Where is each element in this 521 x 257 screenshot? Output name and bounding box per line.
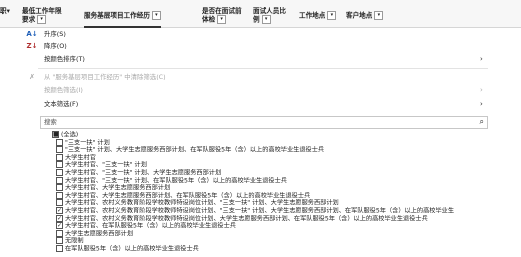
- filter-value-list[interactable]: ■ (全选) "三支一扶" 计划 "三支一扶" 计划、大学生志愿服务西部计划、在军队服…: [40, 130, 486, 257]
- filter-option-checkbox[interactable]: [56, 138, 63, 146]
- header-cell-interview-ratio[interactable]: 面试人员比例 ▾: [253, 8, 287, 24]
- filter-option-checkbox[interactable]: [56, 153, 63, 161]
- header-cell-min-work-years[interactable]: 最低工作年限要求 ▾: [22, 8, 62, 24]
- clear-filter-icon: ✗: [29, 73, 35, 81]
- filter-search-input[interactable]: 搜索 ⌕: [40, 116, 488, 129]
- filter-dropdown-icon[interactable]: ▾: [327, 11, 337, 20]
- filter-option-checkbox[interactable]: [56, 245, 63, 252]
- filter-option[interactable]: 大学生村官、"三支一扶" 计划、在军队服役5年（含）以上的高校毕业生退役士兵: [56, 176, 287, 185]
- filter-option[interactable]: 大学生村官、大学生志愿服务西部计划、在军队服役5年（含）以上的高校毕业生退役士兵: [56, 191, 311, 200]
- filter-option-checkbox[interactable]: [56, 146, 63, 154]
- filter-option-checkbox[interactable]: ✓: [56, 222, 63, 230]
- filter-option-label: 大学生村官、农村义务教育阶段学校教师特设岗位计划、大学生志愿服务西部计划、在军队…: [65, 215, 428, 223]
- filter-by-color-item: 按颜色筛选(I) ›: [44, 86, 483, 94]
- filter-option[interactable]: 无限制: [56, 237, 84, 245]
- filter-option[interactable]: 大学生村官、"三支一扶" 计划: [56, 161, 147, 169]
- header-cell-grassroots-experience[interactable]: 服务基层项目工作经历 ▾: [84, 11, 161, 28]
- filter-option-label: 大学生村官: [65, 154, 96, 162]
- search-icon: ⌕: [479, 117, 484, 126]
- filter-dropdown-icon[interactable]: ▾: [37, 15, 47, 24]
- text-filters-item[interactable]: 文本筛选(F) ›: [0, 99, 490, 110]
- filter-option-label: "三支一扶" 计划、大学生志愿服务西部计划、在军队服役5年（含）以上的高校毕业生…: [65, 146, 325, 154]
- autofilter-menu: A↓ 升序(S) Z↓ 降序(O) 按颜色排序(T) › ✗ 从 "服务基层项目…: [0, 27, 521, 257]
- filter-option[interactable]: 在军队服役5年（含）以上的高校毕业生退役士兵: [56, 245, 199, 253]
- filter-option-checkbox[interactable]: [56, 191, 63, 199]
- filter-option-checkbox[interactable]: [56, 161, 63, 169]
- filter-option[interactable]: "三支一扶" 计划、大学生志愿服务西部计划、在军队服役5年（含）以上的高校毕业生…: [56, 146, 325, 154]
- filter-option-label: (全选): [61, 131, 79, 139]
- filter-option[interactable]: 大学生志愿服务西部计划: [56, 229, 134, 238]
- filter-option-label: 大学生村官、大学生志愿服务西部计划、在军队服役5年（含）以上的高校毕业生退役士兵: [65, 192, 311, 200]
- submenu-arrow-icon: ›: [480, 100, 483, 108]
- filter-option-checkbox[interactable]: [56, 229, 63, 237]
- header-cell-work-location[interactable]: 工作地点 ▾: [299, 11, 337, 25]
- sort-ascending-item[interactable]: A↓ 升序(S): [0, 29, 490, 40]
- sort-ascending-icon: A↓: [26, 30, 38, 38]
- header-cell-pre-interview-exam[interactable]: 是否在面试前体检 ▾: [202, 8, 248, 24]
- filter-option-checkbox[interactable]: ✓: [56, 207, 63, 214]
- filter-option[interactable]: ■ (全选): [52, 131, 79, 139]
- filter-option[interactable]: "三支一扶" 计划: [56, 138, 110, 147]
- filter-option[interactable]: 大学生村官、农村义务教育阶段学校教师特设岗位计划、"三支一扶" 计划、大学生志愿…: [56, 199, 339, 207]
- sort-descending-item[interactable]: Z↓ 降序(O): [0, 41, 490, 52]
- filter-option[interactable]: 大学生村官: [56, 153, 96, 162]
- filter-option-checkbox[interactable]: [56, 237, 63, 245]
- filter-option-label: 大学生村官、农村义务教育阶段学校教师特设岗位计划、"三支一扶" 计划、大学生志愿…: [65, 207, 455, 215]
- filter-option-checkbox[interactable]: ✓: [56, 214, 63, 222]
- filter-option-checkbox[interactable]: ■: [52, 131, 59, 138]
- filter-option-label: 大学生村官、"三支一扶" 计划、在军队服役5年（含）以上的高校毕业生退役士兵: [65, 177, 287, 185]
- filter-option-checkbox[interactable]: [56, 176, 63, 184]
- column-header-row: 职▾ 最低工作年限要求 ▾ 服务基层项目工作经历 ▾ 是否在面试前体检 ▾ 面试人员比…: [0, 0, 521, 28]
- filter-option-label: 大学生村官、农村义务教育阶段学校教师特设岗位计划、"三支一扶" 计划、大学生志愿…: [65, 199, 339, 207]
- filter-dropdown-icon[interactable]: ▾: [217, 15, 227, 24]
- filter-option-label: 在军队服役5年（含）以上的高校毕业生退役士兵: [65, 245, 199, 253]
- filter-option-label: 大学生村官、在军队服役5年（含）以上的高校毕业生退役士兵: [65, 222, 236, 230]
- filter-option-label: 大学生村官、"三支一扶" 计划: [65, 161, 147, 169]
- filter-option-checkbox[interactable]: [56, 199, 63, 207]
- filter-option[interactable]: 大学生村官、大学生志愿服务西部计划: [56, 184, 171, 192]
- sort-by-color-item[interactable]: 按颜色排序(T) ›: [0, 54, 490, 65]
- filter-dropdown-icon[interactable]: ▾: [261, 15, 271, 24]
- filter-option-label: 大学生村官、大学生志愿服务西部计划: [65, 184, 171, 192]
- header-cell-customer-location[interactable]: 客户地点 ▾: [346, 11, 384, 25]
- filter-option[interactable]: 大学生村官、"三支一扶" 计划、大学生志愿服务西部计划: [56, 169, 222, 177]
- filter-option-label: 无限制: [65, 237, 84, 245]
- filter-option-checkbox[interactable]: [56, 184, 63, 192]
- filter-dropdown-icon[interactable]: ▾: [151, 11, 161, 20]
- filter-option-label: "三支一扶" 计划: [65, 139, 110, 147]
- filter-option-label: 大学生村官、"三支一扶" 计划、大学生志愿服务西部计划: [65, 169, 222, 177]
- sort-descending-icon: Z↓: [26, 42, 38, 50]
- header-cell-position: 职▾: [0, 7, 10, 15]
- filter-option[interactable]: ✓ 大学生村官、在军队服役5年（含）以上的高校毕业生退役士兵: [56, 222, 236, 230]
- filter-option-checkbox[interactable]: [56, 169, 63, 176]
- filter-option[interactable]: ✓ 大学生村官、农村义务教育阶段学校教师特设岗位计划、"三支一扶" 计划、大学生志…: [56, 207, 455, 215]
- filter-option[interactable]: ✓ 大学生村官、农村义务教育阶段学校教师特设岗位计划、大学生志愿服务西部计划、在军…: [56, 214, 428, 223]
- submenu-arrow-icon: ›: [480, 55, 483, 63]
- menu-separator: [38, 68, 488, 69]
- filter-option-label: 大学生志愿服务西部计划: [65, 230, 134, 238]
- submenu-arrow-icon: ›: [480, 86, 483, 94]
- clear-filter-item: ✗ 从 "服务基层项目工作经历" 中清除筛选(C): [0, 72, 490, 83]
- filter-dropdown-icon[interactable]: ▾: [374, 11, 384, 20]
